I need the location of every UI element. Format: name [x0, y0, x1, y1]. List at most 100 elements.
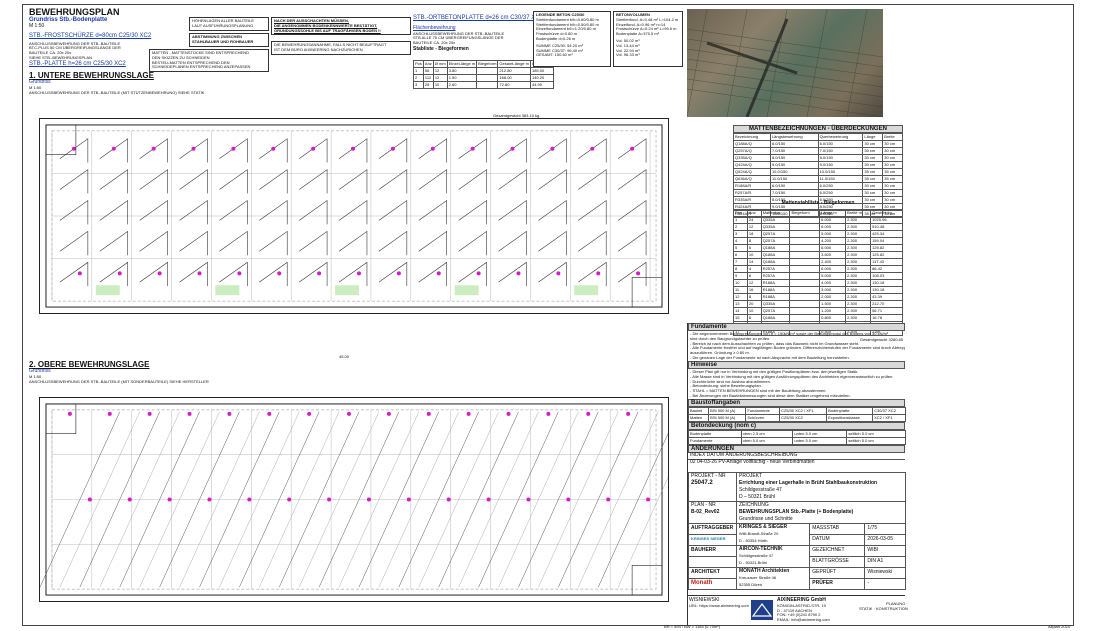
- ortbeton-cell-2-0: 3: [413, 81, 424, 89]
- steel-header-0: Pos: [733, 208, 748, 217]
- steel-row: 3 18 Q257A 5.000 2.300 425.34: [733, 229, 903, 238]
- position-marker: [476, 271, 481, 276]
- steel-cell-8-6: 108.03: [870, 271, 903, 280]
- position-marker: [247, 497, 252, 502]
- position-marker: [117, 271, 122, 276]
- steel-cell-4-4: 6.000: [819, 243, 847, 252]
- baustoffe-r1-cell-0: Bauteil: [687, 407, 710, 415]
- titleblock-table: PROJEKT - NR 25047.2 PROJEKT Errichtung ei…: [688, 471, 906, 590]
- steel-cell-7-4: 6.000: [819, 264, 847, 273]
- checked-label: GEPRÜFT: [809, 566, 866, 579]
- date-label: DATUM: [809, 533, 866, 546]
- ortbeton-cell-1-2: 12: [432, 74, 448, 82]
- note-heights: HÖHENLAGEN ALLER BAUTEILE LAUT AUSFÜHRUN…: [189, 17, 269, 31]
- note-assume-2: IST DEM BÜRO AIXINEERING NACHZURICHEN: [274, 46, 363, 52]
- aenderung-date: 04-03-26: [696, 458, 719, 465]
- mats-cell-0-3: 30 cm: [862, 140, 884, 148]
- steel-row: 9 6 R257A 5.000 2.300 108.03: [733, 271, 903, 280]
- mats-header-0: Bezeichnung: [733, 133, 771, 141]
- mat-stroke: [259, 261, 288, 287]
- mats-row: Q335A/Q 8.0/150 8.0/150 30 cm 30 cm: [733, 154, 903, 162]
- steel-cell-0-2: Q335A: [760, 215, 791, 224]
- plan-scale: M 1:50: [29, 22, 45, 29]
- monath-logo: Monath: [691, 580, 713, 587]
- baustoffe-r2-cell-2: Schürzen: [745, 414, 781, 422]
- steel-cell-6-3: [789, 257, 821, 266]
- position-marker: [77, 271, 82, 276]
- mat-stroke: [578, 261, 607, 287]
- steel-cell-12-1: 20: [746, 299, 762, 308]
- ortbeton-row: 3 28 10 2.60 72.80 44.90: [413, 81, 554, 89]
- ortbeton-cell-1-5: 168.00: [497, 74, 531, 82]
- steel-cell-2-0: 3: [733, 229, 748, 238]
- title-panel: Fundamente - Die angenommenen Bodenpress…: [687, 323, 906, 625]
- footer-left: BH = 594 / BW = 1184 (0.70m²): [664, 624, 720, 629]
- mats-cell-4-2: 10.0/150: [817, 168, 864, 176]
- project-head: PROJEKT: [739, 472, 763, 479]
- steel-row: 5 6 Q188A 6.000 2.300 125.82: [733, 243, 903, 252]
- plan-nr-label: PLAN - NR: [691, 501, 716, 508]
- ortbeton-cell-0-6: 189.00: [529, 67, 554, 75]
- steel-cell-4-5: 2.300: [845, 243, 872, 252]
- position-marker: [71, 146, 76, 151]
- mats-cell-7-0: R257A/R: [733, 189, 771, 197]
- position-marker: [556, 271, 561, 276]
- steel-cell-13-2: Q257A: [760, 306, 791, 315]
- plan1-heading: 1. UNTERE BEWEHRUNGSLAGE Grundriss M 1:5…: [29, 71, 204, 95]
- steel-cell-4-2: Q188A: [760, 243, 791, 252]
- mat-stroke: [338, 230, 368, 256]
- mats-row: Q188A/Q 6.0/150 6.0/150 30 cm 30 cm: [733, 140, 903, 148]
- steel-cell-5-4: 3.600: [819, 250, 847, 259]
- steel-cell-0-5: 2.300: [845, 215, 872, 224]
- architect-name: MONATH Architekten: [739, 567, 790, 574]
- steel-cell-7-3: [789, 264, 821, 273]
- mat-stroke: [139, 261, 168, 287]
- steel-cell-1-2: Q335A: [760, 222, 791, 231]
- baustoffe-title: Baustoffangaben: [688, 399, 905, 407]
- mats-cell-4-0: Q524A/Q: [733, 168, 771, 176]
- mats-cell-0-1: 6.0/150: [769, 140, 819, 148]
- mat-stroke: [578, 230, 607, 256]
- mats-cell-2-2: 8.0/150: [817, 154, 864, 162]
- mats-cell-6-0: R188A/R: [733, 182, 771, 190]
- steel-cell-14-2: Q188A: [760, 313, 791, 322]
- steel-cell-4-6: 125.82: [870, 243, 903, 252]
- steel-cell-14-1: 6: [746, 313, 762, 322]
- steel-cell-5-1: 10: [746, 250, 762, 259]
- mat-stroke: [418, 230, 448, 256]
- mat-stroke: [99, 230, 129, 256]
- project-name: Errichtung einer Lagerhalle in Brühl Sta…: [739, 479, 878, 486]
- steel-cell-9-1: 12: [746, 278, 762, 287]
- ortbeton-cell-1-6: 149.20: [529, 74, 554, 82]
- architect-addr2: 52355 Düren: [739, 581, 763, 587]
- mat-stroke: [458, 199, 487, 225]
- steel-cell-12-0: 13: [733, 299, 748, 308]
- steel-cell-2-1: 18: [746, 229, 762, 238]
- builder-addr1: Schildgesstraße 47: [739, 552, 774, 558]
- ortbeton-cell-2-5: 72.80: [497, 81, 531, 89]
- baustoffe-r2-cell-0: Matten: [687, 414, 710, 422]
- betondeckung-r1-cell-0: Bodenplatte: [688, 430, 742, 438]
- mat-stroke: [538, 230, 567, 256]
- steel-cell-4-0: 5: [733, 243, 748, 252]
- mats-cell-6-1: 6.0/150: [769, 182, 819, 190]
- position-marker: [486, 497, 491, 502]
- position-marker: [157, 271, 162, 276]
- steel-cell-7-0: 8: [733, 264, 748, 273]
- mats-cell-1-0: Q257A/Q: [733, 147, 771, 155]
- steel-cell-13-6: 56.71: [870, 306, 903, 315]
- steel-row: 2 12 Q335A 6.000 2.300 510.48: [733, 222, 903, 231]
- steel-cell-0-1: 24: [746, 215, 762, 224]
- mats-cell-2-0: Q335A/Q: [733, 154, 771, 162]
- mats-cell-7-3: 30 cm: [862, 189, 884, 197]
- corner-detail: [631, 277, 663, 308]
- mats-cell-0-4: 30 cm: [882, 140, 903, 148]
- baustoffe-r2-cell-1: BSt 500 M (A): [708, 414, 747, 422]
- position-marker: [646, 497, 651, 502]
- steel-cell-8-0: 9: [733, 271, 748, 280]
- position-marker: [390, 146, 395, 151]
- ortbeton-cell-2-2: 10: [432, 81, 448, 89]
- plate-line: STB.-PLATTE h=26 cm C25/30 XC2: [29, 60, 126, 67]
- checked-value: Wisniewski: [864, 566, 906, 579]
- mat-stroke: [418, 199, 448, 225]
